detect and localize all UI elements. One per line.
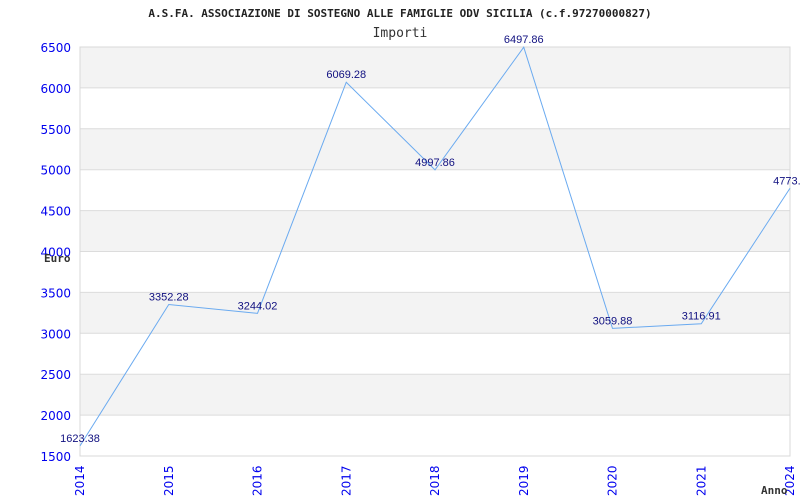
y-tick-label: 6500 [40,41,71,55]
y-tick-label: 1500 [40,450,71,464]
y-tick-label: 5500 [40,123,71,137]
data-label: 4997.86 [415,157,455,169]
y-tick-label: 3000 [40,327,71,341]
data-label: 3244.02 [238,300,278,312]
y-axis-label: Euro [44,252,71,265]
data-label: 3116.91 [682,311,721,323]
data-label: 3059.88 [593,315,633,327]
x-tick-label: 2019 [517,465,531,496]
y-tick-label: 6000 [40,82,71,96]
data-label: 1623.38 [60,433,100,445]
grid-band [80,47,790,88]
data-label: 6069.28 [326,69,366,81]
x-axis-label: Anno [761,484,788,497]
x-tick-label: 2017 [339,465,353,496]
x-tick-label: 2015 [162,465,176,496]
x-tick-label: 2018 [428,465,442,496]
chart-title: A.S.FA. ASSOCIAZIONE DI SOSTEGNO ALLE FA… [148,7,651,20]
line-chart: A.S.FA. ASSOCIAZIONE DI SOSTEGNO ALLE FA… [40,7,800,497]
grid-band [80,374,790,416]
y-tick-label: 2500 [40,368,71,382]
chart-subtitle: Importi [373,26,428,41]
x-tick-label: 2016 [251,465,265,496]
x-tick-label: 2020 [606,465,620,496]
x-tick-label: 2014 [73,465,87,496]
x-tick-label: 2021 [694,465,708,496]
grid-band [80,210,790,252]
y-tick-label: 4500 [40,205,71,219]
y-tick-label: 5000 [40,164,71,178]
data-label: 4773.1 [773,175,800,187]
data-label: 3352.28 [149,291,189,303]
y-tick-label: 2000 [40,409,71,423]
data-label: 6497.86 [504,34,544,46]
y-tick-label: 3500 [40,286,71,300]
